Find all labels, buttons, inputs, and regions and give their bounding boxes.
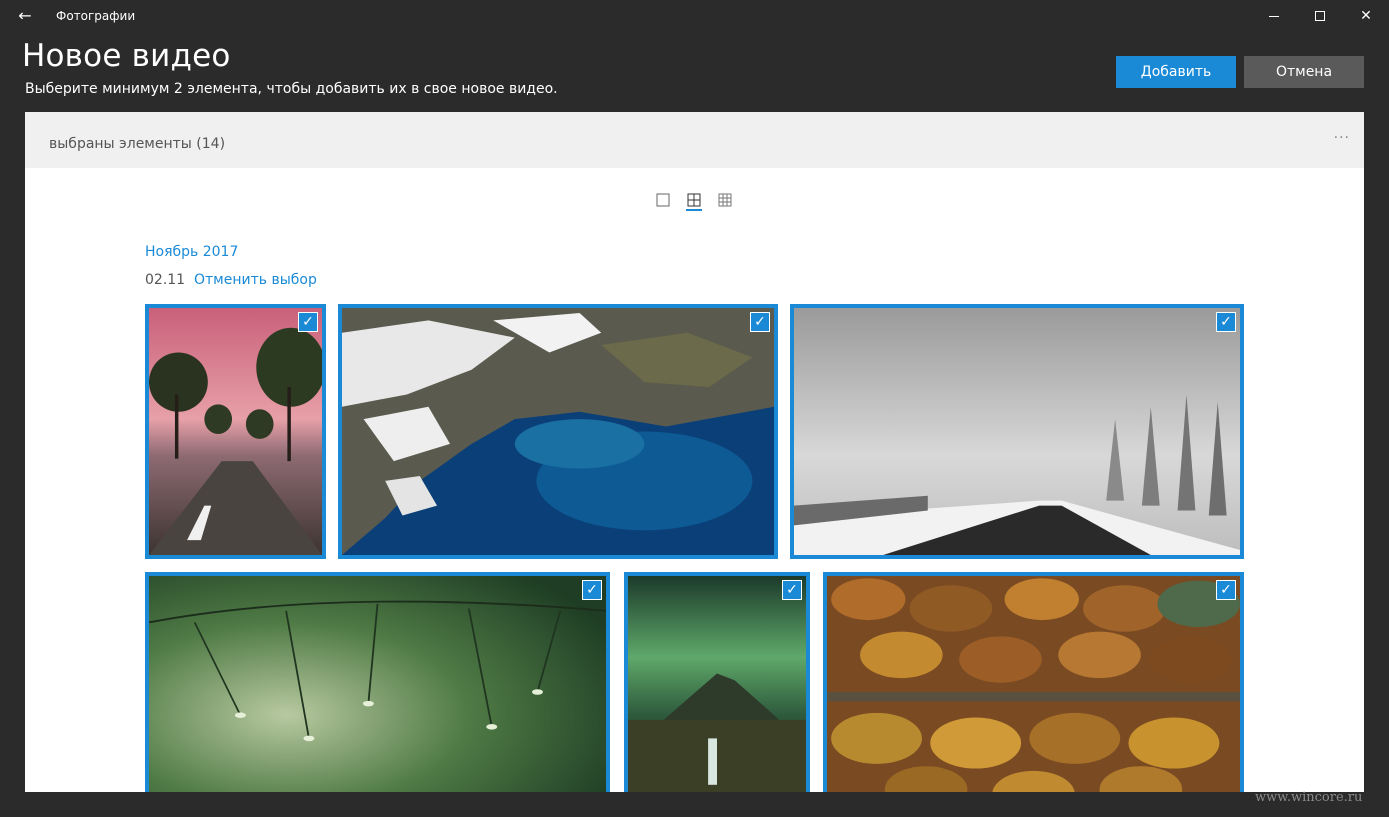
active-view-indicator <box>686 209 702 211</box>
checkbox-checked-icon[interactable]: ✓ <box>1216 312 1236 332</box>
photo-misty-road <box>794 308 1240 555</box>
panel-header: выбраны элементы (14) ··· <box>25 112 1364 168</box>
photo-tile[interactable]: ✓ <box>145 572 610 792</box>
photo-tile[interactable]: ✓ <box>823 572 1244 792</box>
photo-rain-branches <box>149 576 606 792</box>
title-bar: ← Фотографии ✕ <box>0 0 1389 32</box>
month-heading[interactable]: Ноябрь 2017 <box>145 244 238 260</box>
maximize-button[interactable] <box>1297 0 1343 32</box>
photo-tile[interactable]: ✓ <box>145 304 326 559</box>
maximize-icon <box>1315 11 1325 21</box>
close-button[interactable]: ✕ <box>1343 0 1389 32</box>
app-title: Фотографии <box>56 9 136 23</box>
photo-aurora-mountain <box>628 576 806 792</box>
photo-tile[interactable]: ✓ <box>790 304 1244 559</box>
checkbox-checked-icon[interactable]: ✓ <box>582 580 602 600</box>
back-arrow-icon[interactable]: ← <box>10 4 40 28</box>
photo-coast-aerial <box>342 308 774 555</box>
more-options-icon[interactable]: ··· <box>1334 130 1350 146</box>
photo-road-sunset <box>149 308 322 555</box>
checkbox-checked-icon[interactable]: ✓ <box>1216 580 1236 600</box>
checkbox-checked-icon[interactable]: ✓ <box>782 580 802 600</box>
view-single-icon[interactable] <box>653 190 673 210</box>
page-subtitle: Выберите минимум 2 элемента, чтобы добав… <box>25 81 558 97</box>
cancel-button[interactable]: Отмена <box>1244 56 1364 88</box>
checkbox-checked-icon[interactable]: ✓ <box>750 312 770 332</box>
close-icon: ✕ <box>1360 8 1372 24</box>
deselect-link[interactable]: Отменить выбор <box>194 272 317 288</box>
add-button[interactable]: Добавить <box>1116 56 1236 88</box>
page-title: Новое видео <box>22 38 231 74</box>
checkbox-checked-icon[interactable]: ✓ <box>298 312 318 332</box>
minimize-icon <box>1269 15 1279 17</box>
view-small-icon[interactable] <box>715 190 735 210</box>
view-medium-icon[interactable] <box>684 190 704 210</box>
minimize-button[interactable] <box>1251 0 1297 32</box>
date-heading: 02.11 <box>145 272 186 288</box>
photo-tile[interactable]: ✓ <box>624 572 810 792</box>
photo-tile[interactable]: ✓ <box>338 304 778 559</box>
selection-panel: выбраны элементы (14) ··· Ноябрь 2017 02… <box>25 112 1364 792</box>
photo-autumn-forest <box>827 576 1240 792</box>
watermark: www.wincore.ru <box>1255 790 1363 805</box>
selected-count: выбраны элементы (14) <box>49 136 226 152</box>
